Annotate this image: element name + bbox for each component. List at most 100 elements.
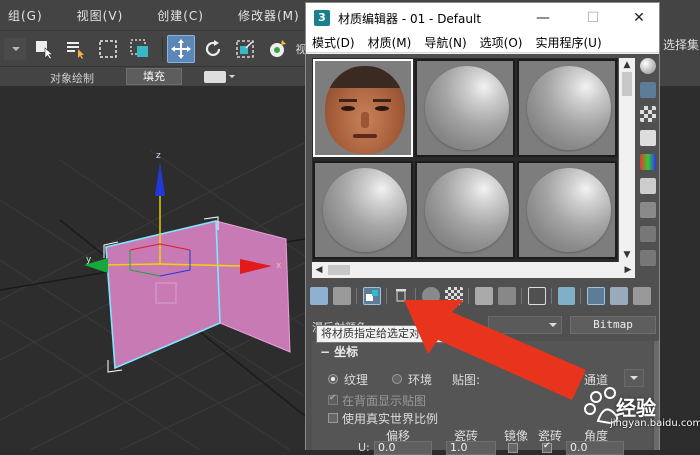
scroll-thumb[interactable] bbox=[622, 72, 632, 96]
texture-radio-label: 纹理 bbox=[344, 373, 369, 387]
selection-filter-dropdown[interactable] bbox=[4, 37, 26, 60]
scroll-right-icon[interactable]: ▶ bbox=[621, 262, 635, 278]
menu-material[interactable]: 材质(M) bbox=[368, 34, 412, 51]
select-by-name-icon[interactable] bbox=[62, 35, 90, 63]
material-map-navigator-icon[interactable] bbox=[640, 250, 656, 266]
material-editor-menubar: 模式(D) 材质(M) 导航(N) 选项(O) 实用程序(U) bbox=[306, 33, 659, 53]
map-name-dropdown[interactable] bbox=[488, 316, 562, 334]
sample-slot-1[interactable] bbox=[313, 59, 413, 157]
show-map-on-back-checkbox[interactable] bbox=[328, 393, 338, 405]
material-sphere bbox=[527, 66, 611, 150]
reset-maps-icon[interactable] bbox=[393, 287, 411, 305]
go-forward-to-sibling-icon[interactable] bbox=[610, 287, 629, 305]
scroll-down-icon[interactable]: ▼ bbox=[619, 248, 635, 262]
menu-create[interactable]: 创建(C) bbox=[157, 7, 204, 24]
plane-left[interactable] bbox=[105, 219, 221, 370]
map-type-button[interactable]: Bitmap bbox=[570, 316, 656, 334]
sample-slot-3[interactable] bbox=[517, 59, 617, 157]
put-to-scene-icon[interactable] bbox=[332, 287, 351, 305]
rect-selection-icon[interactable] bbox=[94, 35, 122, 63]
scroll-thumb[interactable] bbox=[328, 265, 350, 275]
slots-vertical-scrollbar[interactable]: ▲ ▼ bbox=[619, 58, 635, 262]
texture-radio[interactable] bbox=[328, 374, 338, 384]
sample-slot-2[interactable] bbox=[415, 59, 515, 157]
rollout-scrollbar[interactable] bbox=[654, 341, 659, 450]
gizmo-y-label: y bbox=[86, 255, 92, 265]
window-crossing-icon[interactable] bbox=[126, 35, 154, 63]
material-sphere bbox=[323, 168, 407, 252]
u-angle-spinner[interactable]: 0.0 bbox=[566, 441, 624, 455]
coordinates-rollout-header[interactable]: 坐标 bbox=[320, 343, 358, 360]
sample-slot-6[interactable] bbox=[517, 161, 617, 259]
sample-uv-tiling-icon[interactable] bbox=[640, 130, 656, 146]
toolbar-divider bbox=[520, 288, 522, 304]
mapping-dropdown[interactable] bbox=[624, 369, 644, 387]
use-real-world-scale-checkbox[interactable] bbox=[328, 413, 338, 423]
sample-slot-5[interactable] bbox=[415, 161, 515, 259]
move-icon[interactable] bbox=[167, 34, 195, 63]
close-button[interactable]: ✕ bbox=[616, 3, 662, 33]
head-texture-preview bbox=[325, 66, 405, 154]
menu-options[interactable]: 选项(O) bbox=[480, 34, 523, 51]
assign-material-to-selection-icon[interactable] bbox=[362, 287, 381, 305]
show-end-result-icon[interactable] bbox=[557, 287, 576, 305]
environment-radio-label: 环境 bbox=[408, 373, 433, 387]
material-editor-body: ▲ ▼ ◀ ▶ Bitmap − 坐标 纹理 环境 贴图: 通道 ✔ 在背面显示… bbox=[306, 54, 659, 455]
minimize-button[interactable]: — bbox=[520, 3, 566, 33]
make-material-copy-icon[interactable] bbox=[422, 287, 441, 305]
plane-right[interactable] bbox=[215, 220, 291, 353]
material-sphere bbox=[425, 66, 509, 150]
scroll-up-icon[interactable]: ▲ bbox=[619, 58, 635, 72]
select-by-material-icon[interactable] bbox=[640, 226, 656, 242]
background-icon[interactable] bbox=[640, 106, 656, 122]
menu-modifiers[interactable]: 修改器(M) bbox=[238, 7, 300, 24]
material-id-channel-icon[interactable] bbox=[497, 287, 516, 305]
options-icon[interactable] bbox=[640, 202, 656, 218]
environment-radio[interactable] bbox=[392, 374, 402, 384]
go-to-parent-icon[interactable] bbox=[587, 287, 606, 305]
coordinates-rollout: 坐标 纹理 环境 贴图: 通道 在背面显示贴图 使用真实世界比例 偏移 瓷砖 镜… bbox=[312, 341, 652, 455]
u-offset-spinner[interactable]: 0.0 bbox=[374, 441, 432, 455]
menu-mode[interactable]: 模式(D) bbox=[312, 34, 355, 51]
slots-horizontal-scrollbar[interactable]: ◀ ▶ bbox=[312, 262, 635, 278]
object-paint-tab[interactable]: 对象绘制 bbox=[50, 70, 94, 86]
sample-slot-4[interactable] bbox=[313, 161, 413, 259]
material-editor-window: 3 材质编辑器 - 01 - Default — ☐ ✕ 模式(D) 材质(M)… bbox=[305, 2, 660, 455]
ribbon-options-dropdown[interactable] bbox=[204, 71, 235, 83]
put-to-library-icon[interactable] bbox=[475, 287, 493, 305]
pick-material-from-object-icon[interactable] bbox=[633, 287, 651, 305]
menu-group[interactable]: 组(G) bbox=[8, 7, 43, 24]
gizmo-x-label: x bbox=[276, 261, 282, 271]
toolbar-divider bbox=[355, 288, 357, 304]
get-material-icon[interactable] bbox=[310, 287, 328, 305]
make-preview-icon[interactable] bbox=[640, 178, 656, 194]
window-title: 材质编辑器 - 01 - Default bbox=[338, 11, 482, 26]
mirror-column-label: 镜像 bbox=[504, 429, 529, 443]
menu-view[interactable]: 视图(V) bbox=[77, 7, 124, 24]
u-tiling-spinner[interactable]: 1.0 bbox=[446, 441, 496, 455]
make-unique-icon[interactable] bbox=[445, 287, 464, 305]
u-mirror-checkbox[interactable] bbox=[508, 443, 518, 453]
select-object-icon[interactable] bbox=[30, 35, 58, 63]
material-editor-titlebar[interactable]: 3 材质编辑器 - 01 - Default — ☐ ✕ bbox=[306, 3, 659, 33]
sample-type-icon[interactable] bbox=[640, 58, 656, 74]
video-color-check-icon[interactable] bbox=[640, 154, 656, 170]
maximize-button[interactable]: ☐ bbox=[570, 3, 616, 33]
app-logo-icon: 3 bbox=[314, 10, 330, 26]
scroll-left-icon[interactable]: ◀ bbox=[312, 262, 326, 278]
u-tile-checkbox[interactable] bbox=[542, 441, 552, 453]
show-map-in-viewport-icon[interactable] bbox=[527, 287, 546, 305]
scale-icon[interactable] bbox=[231, 35, 259, 63]
select-set-label[interactable]: 选择集 bbox=[663, 36, 699, 53]
use-real-world-scale-label: 使用真实世界比例 bbox=[342, 412, 439, 426]
toolbar-divider bbox=[550, 288, 552, 304]
channel-label: 通道 bbox=[584, 373, 609, 387]
fill-tab[interactable]: 填充 bbox=[126, 68, 182, 85]
material-sphere bbox=[527, 168, 611, 252]
rotate-icon[interactable] bbox=[199, 35, 227, 63]
placement-icon[interactable] bbox=[263, 35, 291, 63]
show-map-on-back-label: 在背面显示贴图 bbox=[342, 394, 427, 408]
menu-utilities[interactable]: 实用程序(U) bbox=[535, 34, 601, 51]
backlight-icon[interactable] bbox=[640, 82, 656, 98]
menu-navigation[interactable]: 导航(N) bbox=[424, 34, 466, 51]
